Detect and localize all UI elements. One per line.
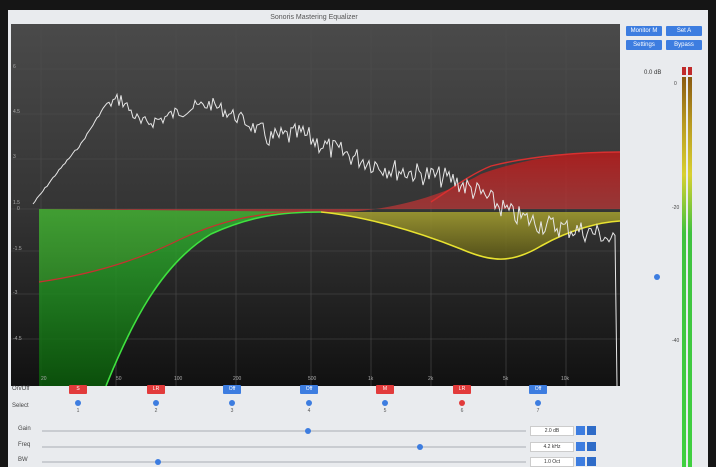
y-label: 3	[13, 154, 16, 160]
x-label: 1k	[368, 376, 374, 382]
band-3-select[interactable]	[229, 400, 235, 406]
settings-button[interactable]: Settings	[626, 40, 662, 50]
x-label: 500	[308, 376, 317, 382]
x-label: 20	[41, 376, 47, 382]
x-label: 100	[174, 376, 183, 382]
band-number: 5	[383, 408, 387, 414]
freq-decrement-button[interactable]	[576, 442, 585, 451]
x-label: 50	[116, 376, 122, 382]
meter-level-handle[interactable]	[654, 274, 660, 280]
eq-graph[interactable]: 6 4.5 3 1.5 0 -1.5 -3 -4.5 20 50 100 200…	[11, 24, 621, 387]
bw-decrement-button[interactable]	[576, 457, 585, 466]
equalizer-window: Sonoris Mastering Equalizer 6 4.5 3 1.5 …	[8, 10, 708, 467]
band-2-select[interactable]	[153, 400, 159, 406]
meter-tick: 0	[674, 81, 677, 87]
gain-increment-button[interactable]	[587, 426, 596, 435]
y-label: -3	[13, 290, 18, 296]
band-number: 1	[76, 408, 80, 414]
freq-increment-button[interactable]	[587, 442, 596, 451]
band-4-toggle[interactable]: Off	[300, 385, 318, 394]
gain-decrement-button[interactable]	[576, 426, 585, 435]
y-label: -4.5	[13, 336, 22, 342]
gain-slider-thumb[interactable]	[305, 428, 312, 434]
band-number: 7	[536, 408, 540, 414]
eq-graph-svg	[11, 24, 621, 387]
freq-value[interactable]: 4.2 kHz	[530, 442, 574, 452]
monitor-button[interactable]: Monitor M	[626, 26, 662, 36]
bw-value[interactable]: 1.0 Oct	[530, 457, 574, 467]
y-label: 4.5	[13, 109, 20, 115]
window-title: Sonoris Mastering Equalizer	[270, 14, 358, 21]
meter-bar-right	[688, 77, 692, 467]
bypass-button[interactable]: Bypass	[666, 40, 702, 50]
band-4-select[interactable]	[306, 400, 312, 406]
freq-label: Freq	[18, 442, 31, 448]
band-1-toggle[interactable]: S	[69, 385, 87, 394]
x-label: 5k	[503, 376, 509, 382]
band-number: 6	[460, 408, 464, 414]
x-label: 2k	[428, 376, 434, 382]
bw-slider-thumb[interactable]	[155, 459, 162, 465]
band-number: 4	[307, 408, 311, 414]
meter-clip-left	[682, 67, 686, 75]
meter-tick: -40	[672, 338, 680, 344]
band-7-toggle[interactable]: Off	[529, 385, 547, 394]
band-1-select[interactable]	[75, 400, 81, 406]
band-3-toggle[interactable]: Off	[223, 385, 241, 394]
select-label: Select	[12, 403, 29, 409]
y-label: 6	[13, 64, 16, 70]
onoff-label: On/Off	[12, 386, 30, 392]
x-label: 200	[233, 376, 242, 382]
meter-readout: 0.0 dB	[644, 70, 662, 76]
y-label: 0	[17, 206, 20, 212]
set-a-button[interactable]: Set A	[666, 26, 702, 36]
x-label: 10k	[561, 376, 570, 382]
band-6-select[interactable]	[459, 400, 465, 406]
freq-slider[interactable]	[42, 446, 526, 448]
band-5-toggle[interactable]: M	[376, 385, 394, 394]
freq-slider-thumb[interactable]	[416, 444, 423, 450]
gain-slider[interactable]	[42, 430, 526, 432]
output-meter: 0.0 dB 0 -20 -40	[628, 53, 708, 467]
meter-bar-left	[682, 77, 686, 467]
bw-increment-button[interactable]	[587, 457, 596, 466]
band-2-toggle[interactable]: LR	[147, 385, 165, 394]
band-number: 2	[154, 408, 158, 414]
meter-clip-right	[688, 67, 692, 75]
band-5-select[interactable]	[382, 400, 388, 406]
y-label: -1.5	[13, 246, 22, 252]
gain-label: Gain	[18, 426, 31, 432]
band-number: 3	[230, 408, 234, 414]
bw-slider[interactable]	[42, 461, 526, 463]
gain-value[interactable]: 2.0 dB	[530, 426, 574, 436]
band-6-toggle[interactable]: LR	[453, 385, 471, 394]
meter-tick: -20	[672, 205, 680, 211]
band-7-select[interactable]	[535, 400, 541, 406]
bw-label: BW	[18, 457, 28, 463]
